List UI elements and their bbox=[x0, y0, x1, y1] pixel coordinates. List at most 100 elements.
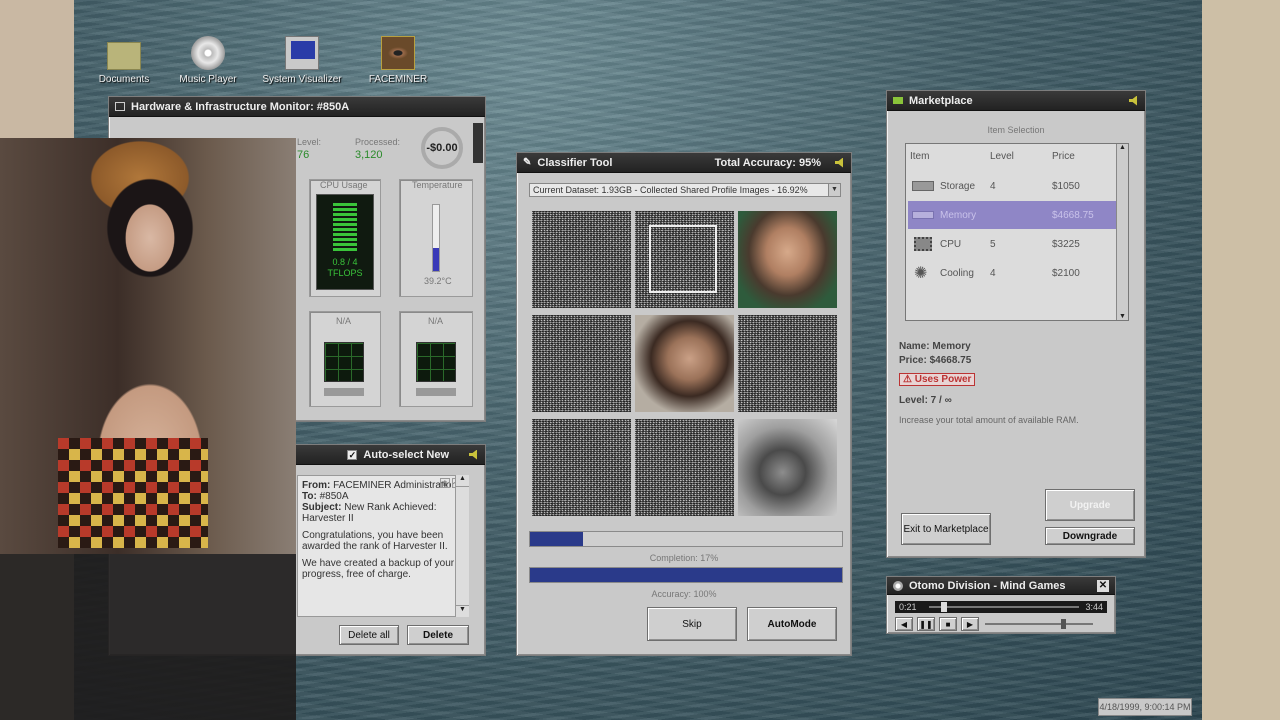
automode-button[interactable]: AutoMode bbox=[747, 607, 837, 641]
pause-icon[interactable]: II bbox=[440, 478, 450, 488]
mail-body-2: We have created a backup of your progres… bbox=[302, 558, 455, 580]
pause-icon: ❚❚ bbox=[919, 619, 933, 629]
play-icon: ▶ bbox=[966, 619, 974, 629]
list-item-storage[interactable]: Storage 4 $1050 bbox=[908, 172, 1126, 200]
list-item-memory[interactable]: Memory $4668.75 bbox=[908, 201, 1126, 229]
image-grid bbox=[532, 211, 838, 519]
previous-icon: ◀ bbox=[900, 619, 908, 629]
exit-to-marketplace-button[interactable]: Exit to Marketplace bbox=[901, 513, 991, 545]
empty-slot-grid bbox=[416, 342, 456, 382]
item-price: $3225 bbox=[1052, 238, 1080, 250]
speaker-icon[interactable] bbox=[1129, 95, 1137, 106]
cd-icon bbox=[893, 580, 903, 591]
chevron-down-icon: ▼ bbox=[828, 184, 840, 196]
memory-icon bbox=[912, 211, 934, 219]
desktop-icon-label: System Visualizer bbox=[262, 74, 342, 85]
item-list: Item Level Price Storage 4 $1050 Memory … bbox=[905, 143, 1129, 321]
delete-button[interactable]: Delete bbox=[407, 625, 469, 645]
item-list-scrollbar[interactable]: ▲ ▼ bbox=[1116, 144, 1128, 320]
detail-price: Price: $4668.75 bbox=[899, 355, 972, 366]
subject-label: Subject: bbox=[302, 502, 342, 513]
item-list-header: Item Level Price bbox=[908, 144, 1126, 168]
upgrade-button[interactable]: Upgrade bbox=[1045, 489, 1135, 521]
mail-message: II From: FACEMINER Administration To: #8… bbox=[297, 475, 469, 617]
na-panel-1: N/A bbox=[309, 311, 381, 407]
eye-app-icon bbox=[381, 36, 415, 70]
play-button[interactable]: ▶ bbox=[961, 617, 979, 631]
na-panel-2: N/A bbox=[399, 311, 473, 407]
seek-track[interactable] bbox=[929, 602, 1079, 612]
thermometer-icon bbox=[432, 204, 440, 272]
total-time: 3:44 bbox=[1085, 602, 1103, 612]
header-item: Item bbox=[910, 150, 930, 162]
stop-icon: ■ bbox=[945, 619, 951, 629]
marketplace-titlebar[interactable]: Marketplace bbox=[887, 91, 1145, 111]
downgrade-button[interactable]: Downgrade bbox=[1045, 527, 1135, 545]
desktop-icon-faceminer[interactable]: FACEMINER bbox=[356, 36, 440, 85]
item-selection-label: Item Selection bbox=[987, 125, 1045, 135]
face-image-tile[interactable] bbox=[635, 315, 734, 412]
skip-button[interactable]: Skip bbox=[647, 607, 737, 641]
classifier-titlebar[interactable]: ✎ Classifier Tool Total Accuracy: 95% bbox=[517, 153, 851, 173]
taskbar-clock: 4/18/1999, 9:00:14 PM bbox=[1098, 698, 1192, 716]
scroll-handle[interactable] bbox=[473, 123, 483, 163]
previous-button[interactable]: ◀ bbox=[895, 617, 913, 631]
pause-button[interactable]: ❚❚ bbox=[917, 617, 935, 631]
noise-image-tile[interactable] bbox=[635, 419, 734, 516]
processed-label: Processed: bbox=[355, 137, 401, 147]
desktop-icon-documents[interactable]: Documents bbox=[82, 36, 166, 85]
webcam-shadow bbox=[0, 554, 296, 720]
cooling-fan-icon: ✺ bbox=[914, 265, 928, 282]
item-price: $1050 bbox=[1052, 180, 1080, 192]
desktop-icon-label: FACEMINER bbox=[368, 74, 428, 85]
level-value: 76 bbox=[297, 149, 310, 161]
stop-button[interactable]: ■ bbox=[939, 617, 957, 631]
list-item-cpu[interactable]: CPU 5 $3225 bbox=[908, 230, 1126, 258]
thermometer-fill bbox=[433, 247, 439, 271]
desktop-icon-music-player[interactable]: Music Player bbox=[166, 36, 250, 85]
to-label: To: bbox=[302, 491, 317, 502]
volume-handle[interactable] bbox=[1060, 619, 1066, 629]
dataset-value: Current Dataset: 1.93GB - Collected Shar… bbox=[533, 185, 808, 195]
uses-power-badge: ⚠ Uses Power bbox=[899, 373, 976, 386]
desktop-icon-system-visualizer[interactable]: System Visualizer bbox=[260, 36, 344, 85]
noise-image-tile[interactable] bbox=[738, 315, 837, 412]
noise-image-tile[interactable] bbox=[532, 315, 631, 412]
completion-label: Completion: 17% bbox=[649, 553, 719, 563]
dataset-select[interactable]: Current Dataset: 1.93GB - Collected Shar… bbox=[529, 183, 841, 197]
market-icon bbox=[893, 97, 903, 104]
close-icon[interactable]: ✕ bbox=[1097, 579, 1109, 592]
auto-select-label: Auto-select New bbox=[363, 448, 449, 461]
from-value: FACEMINER Administration bbox=[333, 480, 458, 491]
list-item-cooling[interactable]: ✺ Cooling 4 $2100 bbox=[908, 259, 1126, 287]
face-image-tile[interactable] bbox=[738, 419, 837, 516]
speaker-icon[interactable] bbox=[835, 157, 843, 168]
detail-level: Level: 7 / ∞ bbox=[899, 395, 952, 406]
face-image-tile[interactable] bbox=[738, 211, 837, 308]
mail-scrollbar[interactable]: ▲ ▼ bbox=[455, 475, 469, 617]
speaker-icon[interactable] bbox=[469, 449, 477, 460]
cpu-chip-icon bbox=[914, 237, 932, 251]
seek-handle[interactable] bbox=[941, 602, 947, 612]
delete-all-button[interactable]: Delete all bbox=[339, 625, 399, 645]
checkered-top bbox=[58, 438, 208, 548]
noise-image-tile[interactable] bbox=[532, 211, 631, 308]
volume-slider[interactable] bbox=[985, 619, 1093, 629]
noise-image-tile[interactable] bbox=[635, 211, 734, 308]
music-player-titlebar[interactable]: Otomo Division - Mind Games ✕ bbox=[887, 577, 1115, 595]
auto-select-checkbox[interactable]: ✓ bbox=[347, 449, 358, 460]
temperature-panel: Temperature 39.2°C bbox=[399, 179, 473, 297]
detail-name: Name: Memory bbox=[899, 341, 971, 352]
header-price: Price bbox=[1052, 150, 1075, 162]
classifier-window: ✎ Classifier Tool Total Accuracy: 95% Cu… bbox=[516, 152, 852, 656]
from-label: From: bbox=[302, 480, 331, 491]
na-label: N/A bbox=[428, 316, 444, 326]
item-name: Cooling bbox=[940, 267, 974, 279]
window-title: Hardware & Infrastructure Monitor: #850A bbox=[131, 100, 350, 113]
webcam-overlay bbox=[0, 138, 296, 554]
track-title: Otomo Division - Mind Games bbox=[909, 579, 1066, 592]
hardware-monitor-titlebar[interactable]: Hardware & Infrastructure Monitor: #850A bbox=[109, 97, 485, 117]
music-player-window: Otomo Division - Mind Games ✕ 0:21 3:44 … bbox=[886, 576, 1116, 634]
item-price: $2100 bbox=[1052, 267, 1080, 279]
noise-image-tile[interactable] bbox=[532, 419, 631, 516]
